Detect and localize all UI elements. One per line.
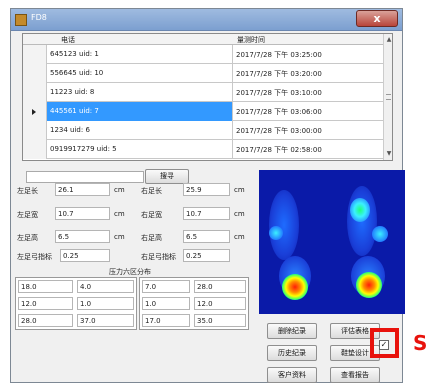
delete-record-button[interactable]: 删除纪录 bbox=[267, 323, 317, 339]
unit-label: cm bbox=[234, 186, 245, 194]
app-window: FD8 x 电话 量测时间 645123 uid: 1 2017/7/28 下午… bbox=[10, 8, 405, 383]
scroll-thumb[interactable] bbox=[386, 94, 391, 100]
phone-cell: 11223 uid: 8 bbox=[47, 83, 233, 102]
phone-cell: 0919917279 uid: 5 bbox=[47, 140, 233, 159]
time-cell: 2017/7/28 下午 02:58:00 bbox=[236, 146, 322, 154]
time-cell: 2017/7/28 下午 03:25:00 bbox=[236, 51, 322, 59]
pressure-cell[interactable]: 28.0 bbox=[194, 280, 246, 293]
right-arch-label: 右足弓指标 bbox=[141, 253, 176, 261]
table-row[interactable]: 556645 uid: 10 2017/7/28 下午 03:20:00 bbox=[23, 64, 383, 83]
phone-cell: 1234 uid: 6 bbox=[47, 121, 233, 140]
option-checkbox[interactable]: ✓ bbox=[379, 340, 389, 350]
pressure-cell[interactable]: 28.0 bbox=[18, 314, 73, 327]
pressure-cell[interactable]: 12.0 bbox=[18, 297, 73, 310]
time-cell: 2017/7/28 下午 03:10:00 bbox=[236, 89, 322, 97]
left-length-field[interactable]: 26.1 bbox=[55, 183, 110, 196]
pressure-cell[interactable]: 1.0 bbox=[142, 297, 190, 310]
pressure-cell[interactable]: 37.0 bbox=[77, 314, 134, 327]
table-row[interactable]: 645123 uid: 1 2017/7/28 下午 03:25:00 bbox=[23, 45, 383, 64]
pressure-cell[interactable]: 17.0 bbox=[142, 314, 190, 327]
pressure-cell[interactable]: 35.0 bbox=[194, 314, 246, 327]
foot-pressure-heatmap bbox=[259, 170, 405, 314]
table-header: 电话 量测时间 bbox=[23, 34, 392, 45]
column-header-phone[interactable]: 电话 bbox=[61, 35, 75, 45]
pressure-cell[interactable]: 12.0 bbox=[194, 297, 246, 310]
time-cell: 2017/7/28 下午 03:20:00 bbox=[236, 70, 322, 78]
table-row-selected[interactable]: 445561 uid: 7 2017/7/28 下午 03:06:00 bbox=[23, 102, 383, 121]
page: FD8 x 电话 量测时间 645123 uid: 1 2017/7/28 下午… bbox=[0, 0, 446, 383]
left-width-field[interactable]: 10.7 bbox=[55, 207, 110, 220]
title-bar: FD8 x bbox=[11, 9, 402, 31]
right-height-label: 右足高 bbox=[141, 234, 162, 242]
left-height-field[interactable]: 6.5 bbox=[55, 230, 110, 243]
window-title: FD8 bbox=[31, 13, 47, 22]
right-width-label: 右足宽 bbox=[141, 211, 162, 219]
view-report-button[interactable]: 查看报告 bbox=[330, 367, 380, 383]
right-height-field[interactable]: 6.5 bbox=[183, 230, 230, 243]
app-icon bbox=[15, 14, 27, 26]
right-arch-field[interactable]: 0.25 bbox=[183, 249, 230, 262]
row-pointer-icon bbox=[32, 109, 36, 115]
unit-label: cm bbox=[234, 233, 245, 241]
table-row[interactable]: 0919917279 uid: 5 2017/7/28 下午 02:58:00 bbox=[23, 140, 383, 159]
records-table: 电话 量测时间 645123 uid: 1 2017/7/28 下午 03:25… bbox=[22, 33, 393, 161]
annotation-letter: S bbox=[413, 331, 428, 355]
unit-label: cm bbox=[114, 233, 125, 241]
column-header-time[interactable]: 量测时间 bbox=[237, 35, 265, 45]
unit-label: cm bbox=[234, 210, 245, 218]
right-length-field[interactable]: 25.9 bbox=[183, 183, 230, 196]
pressure-cell[interactable]: 1.0 bbox=[77, 297, 134, 310]
right-length-label: 右足长 bbox=[141, 187, 162, 195]
close-button[interactable]: x bbox=[356, 10, 398, 27]
left-height-label: 左足高 bbox=[17, 234, 38, 242]
left-arch-label: 左足弓指标 bbox=[17, 253, 52, 261]
customer-data-button[interactable]: 客户资料 bbox=[267, 367, 317, 383]
time-cell: 2017/7/28 下午 03:00:00 bbox=[236, 127, 322, 135]
pressure-table-left: 18.0 4.0 12.0 1.0 28.0 37.0 bbox=[15, 277, 137, 330]
search-input[interactable] bbox=[26, 171, 144, 183]
left-arch-field[interactable]: 0.25 bbox=[60, 249, 110, 262]
table-row[interactable]: 1234 uid: 6 2017/7/28 下午 03:00:00 bbox=[23, 121, 383, 140]
history-record-button[interactable]: 历史纪录 bbox=[267, 345, 317, 361]
unit-label: cm bbox=[114, 210, 125, 218]
pressure-cell[interactable]: 18.0 bbox=[18, 280, 73, 293]
phone-cell: 556645 uid: 10 bbox=[47, 64, 233, 83]
pressure-table-right: 7.0 28.0 1.0 12.0 17.0 35.0 bbox=[139, 277, 249, 330]
table-row[interactable]: 11223 uid: 8 2017/7/28 下午 03:10:00 bbox=[23, 83, 383, 102]
right-width-field[interactable]: 10.7 bbox=[183, 207, 230, 220]
pressure-cell[interactable]: 4.0 bbox=[77, 280, 134, 293]
unit-label: cm bbox=[114, 186, 125, 194]
left-width-label: 左足宽 bbox=[17, 211, 38, 219]
search-button[interactable]: 搜寻 bbox=[145, 169, 189, 184]
time-cell: 2017/7/28 下午 03:06:00 bbox=[236, 108, 322, 116]
pressure-title: 压力六区分布 bbox=[109, 268, 151, 276]
phone-cell: 445561 uid: 7 bbox=[47, 102, 233, 121]
scroll-down-icon[interactable]: ▼ bbox=[385, 150, 392, 158]
left-length-label: 左足长 bbox=[17, 187, 38, 195]
scroll-up-icon[interactable]: ▲ bbox=[385, 36, 392, 44]
vertical-scrollbar[interactable]: ▲ ▼ bbox=[383, 34, 392, 160]
pressure-cell[interactable]: 7.0 bbox=[142, 280, 190, 293]
phone-cell: 645123 uid: 1 bbox=[47, 45, 233, 64]
